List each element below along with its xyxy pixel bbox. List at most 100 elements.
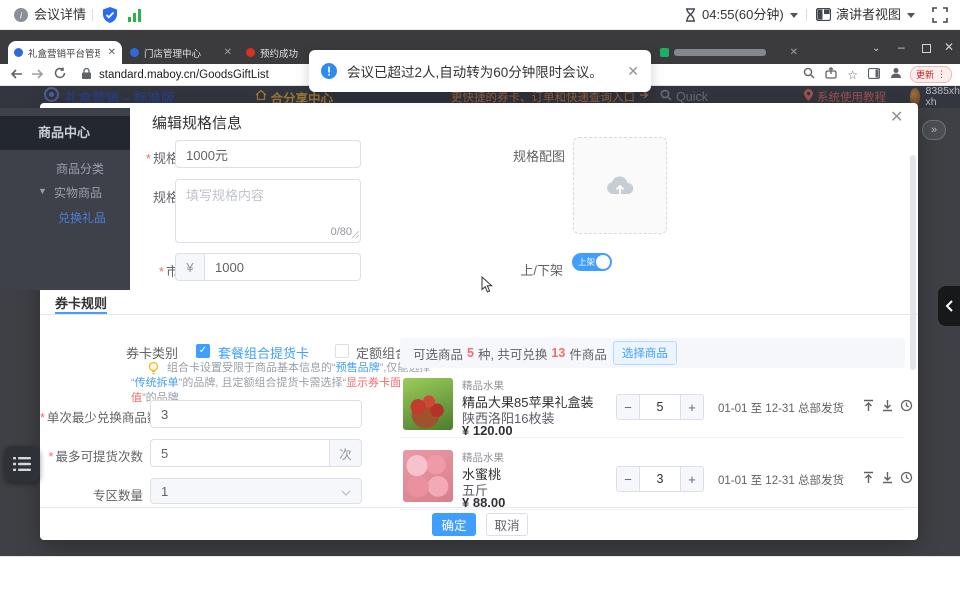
hourglass-icon: [684, 8, 697, 27]
edit-spec-modal: 编辑规格信息 ✕ *规格名称 1000元 规格内容 填写规格内容 0/80 *市…: [40, 103, 918, 540]
side-panel-icon[interactable]: [868, 68, 880, 82]
max-pickup-unit: 次: [329, 439, 362, 467]
minus-button[interactable]: −: [617, 395, 639, 419]
forward-icon[interactable]: [32, 68, 44, 82]
browser-tab-active[interactable]: 礼盒营销平台管理中心 ✕: [8, 41, 122, 64]
security-shield-icon[interactable]: [102, 7, 118, 28]
checkbox-checked[interactable]: ✓: [196, 344, 210, 358]
move-bottom-icon[interactable]: [881, 471, 894, 489]
move-top-icon[interactable]: [862, 471, 875, 489]
quantity-value[interactable]: 3: [639, 467, 681, 491]
panel-handle[interactable]: [938, 286, 960, 326]
delivery-method: 总部发货: [798, 472, 844, 488]
spec-name-input[interactable]: 1000元: [175, 140, 361, 168]
move-bottom-icon[interactable]: [881, 399, 894, 417]
meeting-title[interactable]: 会议详情: [34, 0, 86, 30]
sidebar-item-redeem-gifts[interactable]: 兑换礼品: [58, 209, 106, 226]
confirm-button[interactable]: 确定: [432, 513, 476, 536]
back-icon[interactable]: [10, 68, 22, 82]
min-exchange-input[interactable]: 3: [150, 400, 362, 428]
minus-button[interactable]: −: [617, 467, 639, 491]
list-icon: [13, 456, 31, 472]
tab-label: 礼盒营销平台管理中心: [28, 46, 100, 60]
zone-count-select[interactable]: 1: [150, 478, 362, 504]
lock-icon: [82, 68, 91, 82]
bookmark-star-icon[interactable]: ☆: [847, 68, 858, 82]
product-row: 精品水果 水蜜桃 五斤 ¥ 88.00 − 3 + 01-01 至 12-31 …: [400, 444, 905, 510]
product-brand: 精品水果: [462, 450, 504, 465]
signal-strength-icon[interactable]: [128, 8, 144, 27]
caret-down-icon: ▼: [38, 186, 47, 196]
resize-handle[interactable]: [352, 226, 359, 241]
product-row: 精品水果 精品大果85苹果礼盒装 陕西洛阳16枚装 ¥ 120.00 − 5 +…: [400, 372, 905, 438]
sidebar-item-physical-goods[interactable]: 实物商品: [54, 184, 102, 201]
tab-favicon: [130, 48, 139, 57]
timer-dropdown-icon[interactable]: [790, 13, 798, 18]
max-pickup-input[interactable]: 5: [150, 439, 330, 467]
meeting-list-float-button[interactable]: [4, 446, 40, 482]
share-page-icon[interactable]: [825, 67, 837, 82]
currency-prefix: ¥: [175, 253, 205, 281]
tab-divider: [40, 314, 918, 315]
quantity-value[interactable]: 5: [639, 395, 681, 419]
meeting-window: i 会议详情 04:55(60分钟) 演讲者视图 礼盒营销平台管理中心 ✕: [0, 0, 960, 610]
meeting-timer: 04:55(60分钟): [702, 0, 784, 30]
kebab-menu-icon: ⋮: [937, 69, 946, 80]
max-pickup-label: *最多可提货次数: [40, 446, 143, 465]
chevron-down-icon: [341, 484, 351, 499]
meeting-toast: 会议已超过2人,自动转为60分钟限时会议。 ✕: [309, 50, 651, 92]
sidebar-item-categories[interactable]: 商品分类: [56, 160, 104, 177]
sidebar-group-goods-center[interactable]: 商品中心: [0, 116, 130, 150]
market-price-input[interactable]: 1000: [204, 253, 361, 281]
tab-close-icon[interactable]: ✕: [786, 47, 798, 58]
window-maximize-icon[interactable]: [922, 44, 931, 53]
layout-view-icon[interactable]: [816, 8, 831, 26]
toast-message: 会议已超过2人,自动转为60分钟限时会议。: [347, 61, 627, 81]
tab-favicon: [14, 48, 23, 57]
select-products-button[interactable]: 选择商品: [613, 341, 677, 365]
fullscreen-icon[interactable]: [932, 7, 948, 28]
schedule-clock-icon[interactable]: [900, 471, 913, 489]
reload-icon[interactable]: [54, 67, 66, 82]
browser-update-button[interactable]: 更新⋮: [910, 66, 952, 83]
profile-icon[interactable]: [890, 67, 902, 82]
browser-tab[interactable]: 门店管理中心 ✕: [124, 41, 238, 64]
checkbox-unchecked[interactable]: [335, 344, 349, 358]
toggle-state-text: 上架: [578, 253, 595, 271]
cancel-button[interactable]: 取消: [486, 513, 528, 536]
spec-image-label: 规格配图: [505, 146, 565, 165]
plus-button[interactable]: +: [681, 395, 703, 419]
window-minimize-icon[interactable]: –: [898, 40, 905, 54]
browser-tab[interactable]: ✕: [654, 41, 804, 64]
required-asterisk: *: [40, 411, 45, 425]
collapse-panel-button[interactable]: »: [922, 120, 946, 140]
tab-coupon-rules[interactable]: 券卡规则: [55, 293, 107, 312]
spec-content-textarea[interactable]: 填写规格内容 0/80: [175, 179, 361, 243]
date-range: 01-01 至 12-31: [718, 400, 795, 416]
tab-search-icon[interactable]: ⌄: [872, 43, 880, 54]
info-icon[interactable]: i: [14, 8, 28, 27]
view-mode-selector[interactable]: 演讲者视图: [836, 0, 901, 30]
image-upload-dropzone[interactable]: [573, 137, 667, 234]
card-type-label: 券卡类别: [102, 343, 178, 362]
tab-close-icon[interactable]: ✕: [220, 47, 232, 58]
min-exchange-label: *单次最少兑换商品数: [40, 407, 143, 426]
zoom-page-icon[interactable]: [803, 67, 815, 82]
toast-close-icon[interactable]: ✕: [627, 63, 639, 80]
move-top-icon[interactable]: [862, 399, 875, 417]
chevron-left-icon: [945, 300, 953, 312]
tab-close-icon[interactable]: ✕: [104, 47, 116, 58]
modal-scrollbar[interactable]: [910, 155, 916, 370]
plus-button[interactable]: +: [681, 467, 703, 491]
window-close-icon[interactable]: ✕: [944, 40, 954, 54]
username: 8385xhxh: [926, 86, 960, 108]
footer-divider: [40, 507, 918, 508]
schedule-clock-icon[interactable]: [900, 399, 913, 417]
date-range: 01-01 至 12-31: [718, 472, 795, 488]
shelf-toggle[interactable]: 上架: [572, 253, 612, 271]
card-type-option1[interactable]: 套餐组合提货卡: [218, 343, 309, 362]
search-input[interactable]: Quick: [676, 90, 708, 104]
modal-close-icon[interactable]: ✕: [890, 107, 903, 127]
delivery-method: 总部发货: [798, 400, 844, 416]
view-dropdown-icon[interactable]: [907, 13, 915, 18]
